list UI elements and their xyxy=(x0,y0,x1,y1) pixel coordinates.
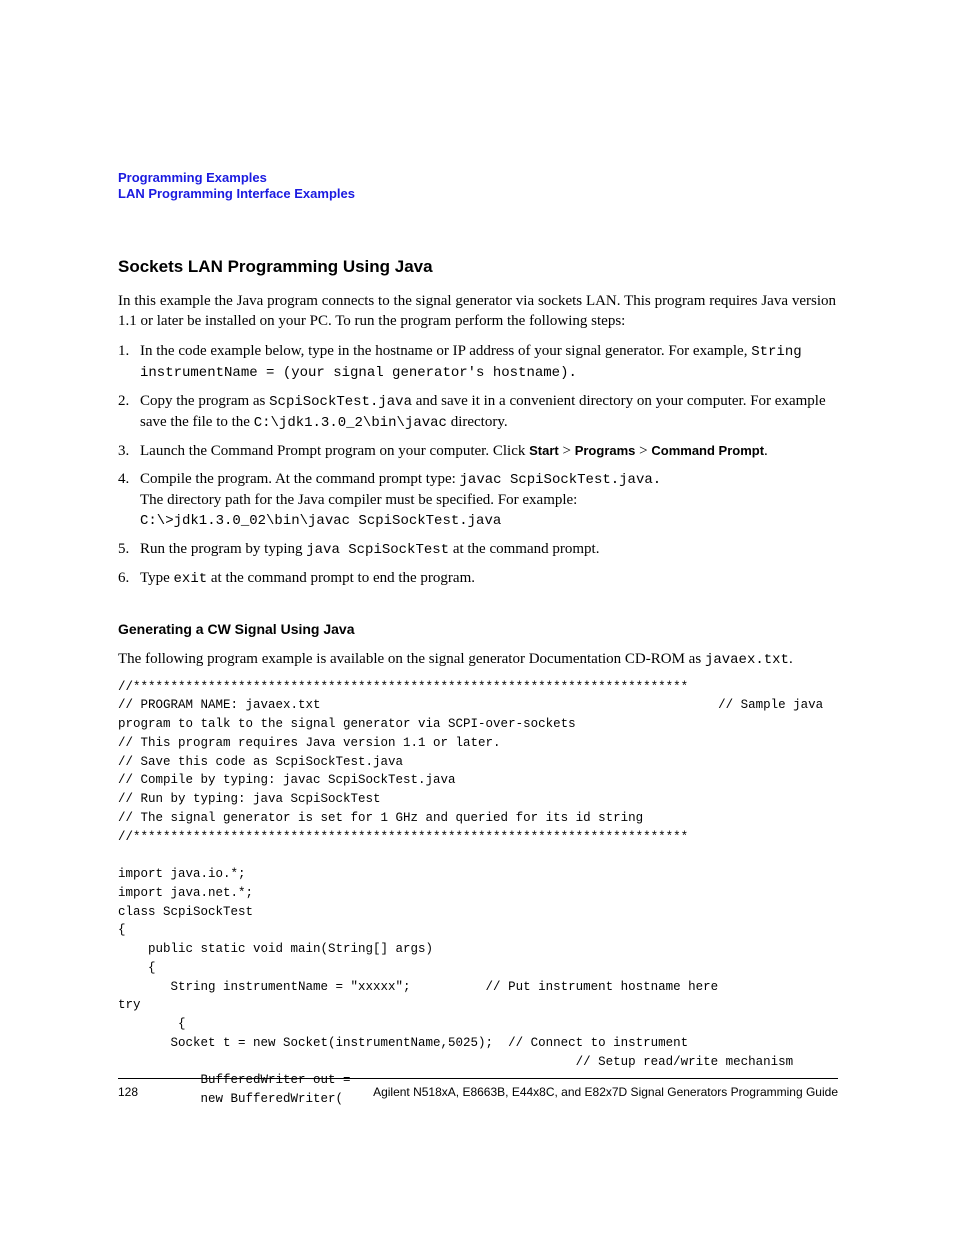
inline-code: exit xyxy=(174,571,208,587)
step-5: 5. Run the program by typing java ScpiSo… xyxy=(118,539,836,560)
ui-label: Command Prompt xyxy=(651,443,764,458)
inline-code: ScpiSockTest.java xyxy=(269,394,412,410)
avail-text: The following program example is availab… xyxy=(118,651,705,667)
step-body: Launch the Command Prompt program on you… xyxy=(140,441,836,461)
footer-rule xyxy=(118,1078,838,1079)
step-text: In the code example below, type in the h… xyxy=(140,343,751,359)
step-text: Launch the Command Prompt program on you… xyxy=(140,443,529,459)
step-number: 4. xyxy=(118,469,140,531)
step-number: 2. xyxy=(118,391,140,433)
step-text: at the command prompt to end the program… xyxy=(207,570,475,586)
inline-code: java ScpiSockTest xyxy=(306,542,449,558)
step-body: Run the program by typing java ScpiSockT… xyxy=(140,539,836,560)
inline-code: C:\>jdk1.3.0_02\bin\javac ScpiSockTest.j… xyxy=(140,513,501,529)
step-number: 3. xyxy=(118,441,140,461)
ordered-steps: 1. In the code example below, type in th… xyxy=(118,341,836,589)
footer-title: Agilent N518xA, E8663B, E44x8C, and E82x… xyxy=(373,1085,838,1099)
step-text: Compile the program. At the command prom… xyxy=(140,471,460,487)
step-1: 1. In the code example below, type in th… xyxy=(118,341,836,383)
step-text: Copy the program as xyxy=(140,393,269,409)
step-body: Compile the program. At the command prom… xyxy=(140,469,836,531)
inline-code: javac ScpiSockTest.java. xyxy=(460,472,662,488)
step-body: Copy the program as ScpiSockTest.java an… xyxy=(140,391,836,433)
code-listing: //**************************************… xyxy=(118,678,836,1109)
step-text: at the command prompt. xyxy=(449,541,599,557)
avail-text: . xyxy=(789,651,793,667)
separator: > xyxy=(559,443,575,459)
step-text: Run the program by typing xyxy=(140,541,306,557)
inline-code: javaex.txt xyxy=(705,652,789,668)
step-3: 3. Launch the Command Prompt program on … xyxy=(118,441,836,461)
step-text: The directory path for the Java compiler… xyxy=(140,492,577,508)
page-number: 128 xyxy=(118,1085,138,1099)
step-number: 6. xyxy=(118,568,140,589)
subsection-title: Generating a CW Signal Using Java xyxy=(118,621,836,637)
step-text: . xyxy=(764,443,768,459)
step-text: directory. xyxy=(447,414,508,430)
step-4: 4. Compile the program. At the command p… xyxy=(118,469,836,531)
step-body: In the code example below, type in the h… xyxy=(140,341,836,383)
running-header: Programming Examples LAN Programming Int… xyxy=(118,170,836,203)
ui-label: Start xyxy=(529,443,559,458)
availability-paragraph: The following program example is availab… xyxy=(118,649,836,670)
section-title: Sockets LAN Programming Using Java xyxy=(118,257,836,277)
step-text: Type xyxy=(140,570,174,586)
page-footer: 128 Agilent N518xA, E8663B, E44x8C, and … xyxy=(118,1085,838,1099)
separator: > xyxy=(635,443,651,459)
header-line-2: LAN Programming Interface Examples xyxy=(118,186,836,202)
intro-paragraph: In this example the Java program connect… xyxy=(118,291,836,332)
document-page: Programming Examples LAN Programming Int… xyxy=(0,0,954,1235)
ui-label: Programs xyxy=(575,443,636,458)
step-6: 6. Type exit at the command prompt to en… xyxy=(118,568,836,589)
header-line-1: Programming Examples xyxy=(118,170,836,186)
step-number: 1. xyxy=(118,341,140,383)
step-body: Type exit at the command prompt to end t… xyxy=(140,568,836,589)
step-2: 2. Copy the program as ScpiSockTest.java… xyxy=(118,391,836,433)
step-number: 5. xyxy=(118,539,140,560)
inline-code: C:\jdk1.3.0_2\bin\javac xyxy=(254,415,447,431)
